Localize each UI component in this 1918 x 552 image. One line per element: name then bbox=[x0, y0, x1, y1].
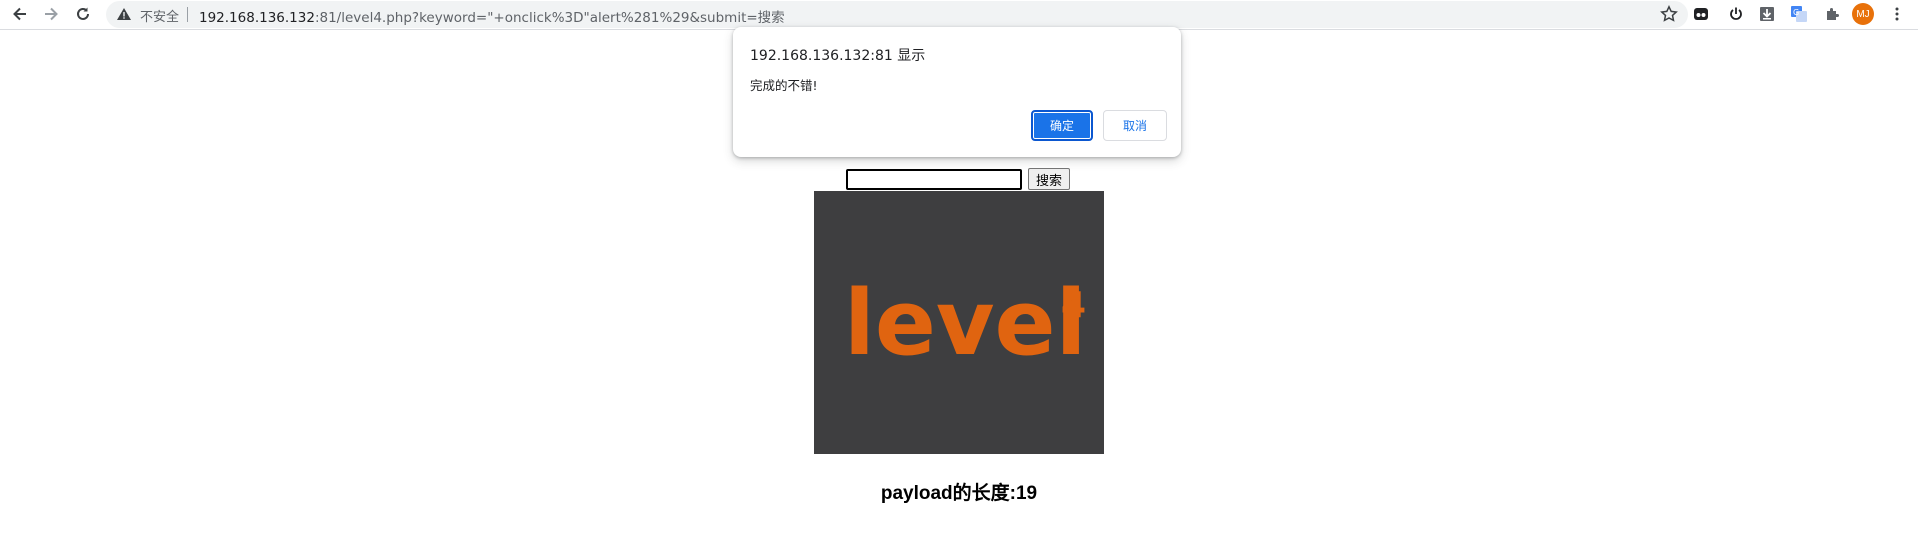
browser-toolbar: 不安全 192.168.136.132:81/level4.php?keywor… bbox=[0, 0, 1918, 30]
puzzle-extensions-icon[interactable] bbox=[1821, 3, 1843, 25]
search-submit-button[interactable]: 搜索 bbox=[1028, 168, 1070, 190]
omnibox-divider bbox=[187, 7, 188, 22]
menu-kebab-icon[interactable] bbox=[1886, 3, 1908, 25]
reload-icon[interactable] bbox=[71, 2, 95, 26]
dialog-title: 192.168.136.132:81 显示 bbox=[750, 48, 926, 64]
logo-superscript: 4 bbox=[1061, 285, 1086, 326]
payload-length-label: payload的长度:19 bbox=[880, 483, 1038, 504]
forward-arrow-icon[interactable] bbox=[39, 2, 63, 26]
cancel-button[interactable]: 取消 bbox=[1103, 110, 1167, 141]
ok-button[interactable]: 确定 bbox=[1031, 110, 1093, 141]
logo-text: level bbox=[844, 271, 1086, 376]
profile-avatar[interactable]: MJ bbox=[1852, 3, 1874, 25]
download-extension-icon[interactable] bbox=[1756, 3, 1778, 25]
security-label[interactable]: 不安全 bbox=[140, 6, 179, 25]
alert-dialog: 192.168.136.132:81 显示 完成的不错! 确定 取消 bbox=[733, 27, 1181, 157]
dialog-message: 完成的不错! bbox=[750, 78, 818, 93]
keyword-input[interactable] bbox=[846, 169, 1022, 190]
warning-icon[interactable] bbox=[116, 6, 132, 22]
url-host: 192.168.136.132 bbox=[199, 10, 315, 26]
back-arrow-icon[interactable] bbox=[8, 2, 32, 26]
power-extension-icon[interactable] bbox=[1725, 3, 1747, 25]
url-text[interactable]: 192.168.136.132:81/level4.php?keyword="+… bbox=[199, 6, 785, 26]
bookmark-star-icon[interactable] bbox=[1660, 5, 1678, 23]
address-bar[interactable]: 不安全 192.168.136.132:81/level4.php?keywor… bbox=[106, 1, 1688, 28]
url-path: :81/level4.php?keyword="+onclick%3D"aler… bbox=[314, 10, 785, 26]
tampermonkey-extension-icon[interactable] bbox=[1690, 3, 1712, 25]
translate-extension-icon[interactable]: G bbox=[1788, 3, 1810, 25]
level4-logo-image: level 4 bbox=[814, 191, 1104, 454]
svg-text:G: G bbox=[1793, 8, 1799, 17]
